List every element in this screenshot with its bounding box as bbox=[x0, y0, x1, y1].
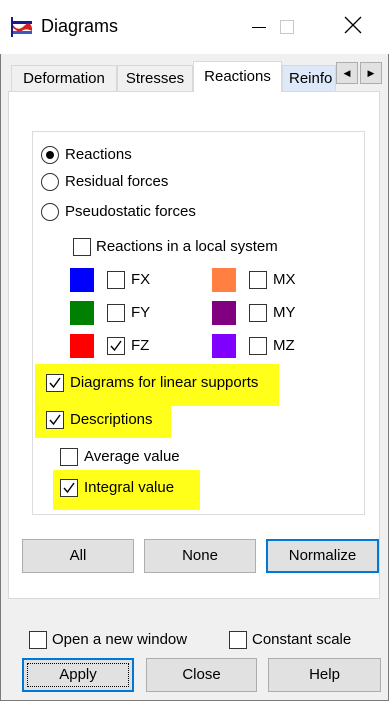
integral-value-checkbox[interactable] bbox=[60, 479, 78, 497]
radio-pseudostatic-forces[interactable] bbox=[41, 203, 59, 221]
title-bar[interactable]: Diagrams bbox=[0, 0, 389, 54]
mx-color-swatch bbox=[212, 268, 236, 292]
descriptions-checkbox[interactable] bbox=[46, 411, 64, 429]
constant-scale-checkbox[interactable] bbox=[229, 631, 247, 649]
mz-label: MZ bbox=[273, 337, 295, 354]
fy-label: FY bbox=[131, 304, 151, 321]
mx-checkbox[interactable] bbox=[249, 271, 267, 289]
descriptions-label: Descriptions bbox=[70, 411, 153, 428]
fy-color-swatch bbox=[70, 301, 94, 325]
radio-selected-dot bbox=[46, 151, 54, 159]
apply-button[interactable]: Apply bbox=[22, 658, 134, 692]
help-button[interactable]: Help bbox=[268, 658, 381, 692]
window-title: Diagrams bbox=[41, 16, 119, 36]
fx-color-swatch bbox=[70, 268, 94, 292]
my-checkbox[interactable] bbox=[249, 304, 267, 322]
constant-scale-label: Constant scale bbox=[252, 631, 352, 648]
mx-label: MX bbox=[273, 271, 296, 288]
average-value-checkbox[interactable] bbox=[60, 448, 78, 466]
checkmark-icon bbox=[63, 482, 75, 494]
integral-value-label: Integral value bbox=[84, 479, 175, 496]
average-value-label: Average value bbox=[84, 448, 180, 465]
diagrams-linear-supports-checkbox[interactable] bbox=[46, 374, 64, 392]
fx-checkbox[interactable] bbox=[107, 271, 125, 289]
checkmark-icon bbox=[49, 377, 61, 389]
radio-residual-forces-label: Residual forces bbox=[65, 173, 169, 190]
tab-scroll-right-button[interactable]: ▶ bbox=[360, 62, 382, 84]
maximize-icon bbox=[280, 20, 294, 34]
arrow-left-icon: ◀ bbox=[343, 68, 351, 78]
my-label: MY bbox=[273, 304, 296, 321]
focus-outline bbox=[27, 663, 129, 687]
mz-color-swatch bbox=[212, 334, 236, 358]
arrow-right-icon: ▶ bbox=[367, 68, 375, 78]
app-icon bbox=[10, 16, 34, 38]
radio-reactions-label: Reactions bbox=[65, 146, 132, 163]
all-button[interactable]: All bbox=[22, 539, 134, 573]
close-button[interactable]: Close bbox=[146, 658, 257, 692]
open-new-window-label: Open a new window bbox=[52, 631, 188, 648]
radio-residual-forces[interactable] bbox=[41, 173, 59, 191]
close-window-button[interactable] bbox=[330, 10, 376, 44]
checkmark-icon bbox=[49, 414, 61, 426]
tab-reactions[interactable]: Reactions bbox=[193, 61, 282, 92]
tab-scroll-left-button[interactable]: ◀ bbox=[336, 62, 358, 84]
fy-checkbox[interactable] bbox=[107, 304, 125, 322]
radio-pseudostatic-forces-label: Pseudostatic forces bbox=[65, 203, 196, 220]
maximize-button[interactable] bbox=[264, 10, 310, 44]
mz-checkbox[interactable] bbox=[249, 337, 267, 355]
tab-reinforcement[interactable]: Reinfo bbox=[282, 65, 336, 91]
local-system-label: Reactions in a local system bbox=[96, 238, 278, 255]
fz-checkbox[interactable] bbox=[107, 337, 125, 355]
none-button[interactable]: None bbox=[144, 539, 256, 573]
open-new-window-checkbox[interactable] bbox=[29, 631, 47, 649]
normalize-button[interactable]: Normalize bbox=[266, 539, 379, 573]
diagrams-linear-supports-label: Diagrams for linear supports bbox=[70, 374, 259, 391]
tab-stresses[interactable]: Stresses bbox=[117, 65, 193, 91]
fz-label: FZ bbox=[131, 337, 150, 354]
tab-deformation[interactable]: Deformation bbox=[11, 65, 117, 91]
radio-reactions[interactable] bbox=[41, 146, 59, 164]
close-icon bbox=[344, 16, 362, 34]
checkmark-icon bbox=[110, 340, 122, 352]
local-system-checkbox[interactable] bbox=[73, 238, 91, 256]
fx-label: FX bbox=[131, 271, 151, 288]
fz-color-swatch bbox=[70, 334, 94, 358]
my-color-swatch bbox=[212, 301, 236, 325]
